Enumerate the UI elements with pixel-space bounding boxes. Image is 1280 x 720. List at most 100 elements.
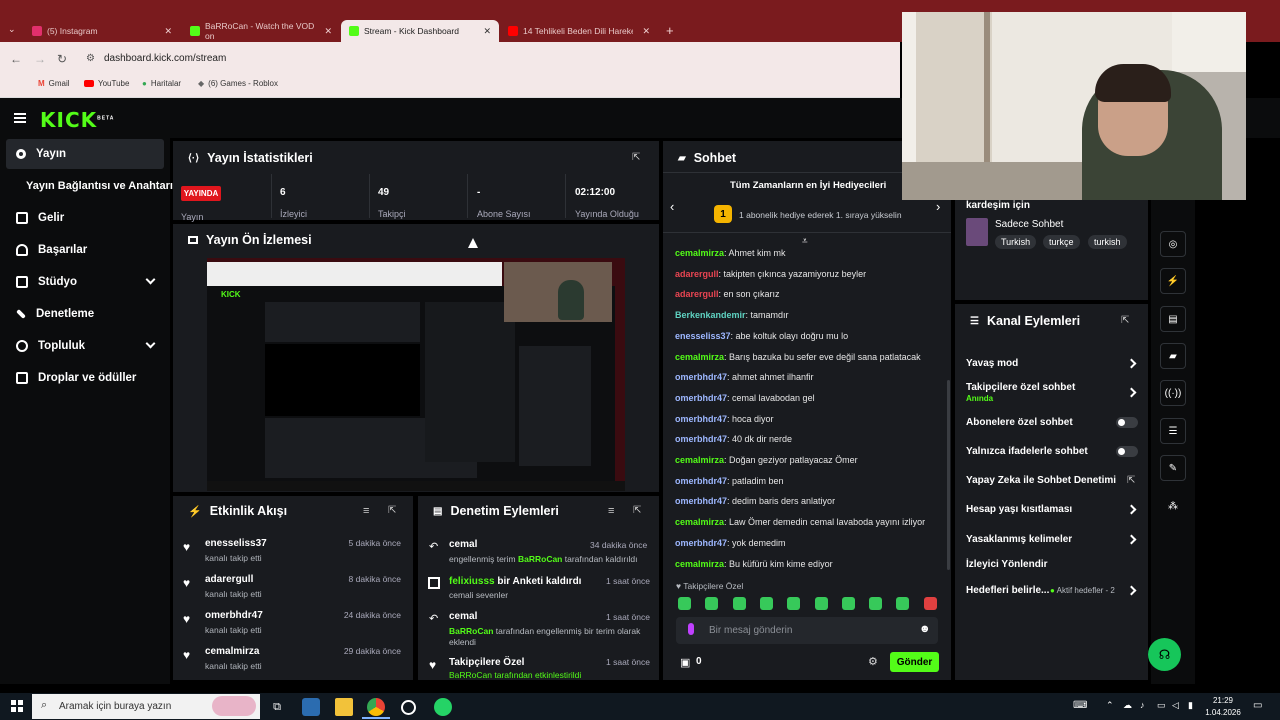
activity-event-user[interactable]: enesseliss37 [205, 538, 267, 549]
tab-youtube-video[interactable]: 14 Tehlikeli Beden Dili Hareketi ✕ [500, 20, 658, 42]
sidebar-item-gelir[interactable]: Gelir [6, 203, 164, 233]
chat-username[interactable]: cemalmirza [675, 517, 724, 527]
emote-icon[interactable] [678, 597, 691, 610]
obs-icon[interactable] [401, 700, 416, 715]
chevron-up-icon[interactable]: ⌃ [1106, 700, 1114, 711]
filter-icon[interactable]: ≡ [608, 505, 614, 517]
list-icon[interactable]: ☰ [1160, 418, 1186, 444]
reload-icon[interactable]: ↻ [57, 52, 67, 66]
sidebar-item-droplar[interactable]: Droplar ve ödüller [6, 363, 164, 393]
undo-icon[interactable]: ↶ [429, 612, 438, 625]
popout-icon[interactable]: ⇱ [388, 505, 396, 516]
chat-username[interactable]: adarergull [675, 269, 719, 279]
activity-event-user[interactable]: cemalmirza [205, 646, 259, 657]
chat-username[interactable]: omerbhdr47 [675, 538, 727, 548]
support-headset-icon[interactable]: ☊ [1148, 638, 1181, 671]
chat-username[interactable]: Berkenkandemir [675, 310, 746, 320]
chat-username[interactable]: cemalmirza [675, 248, 724, 258]
url-field[interactable]: dashboard.kick.com/stream [104, 53, 226, 64]
chat-username[interactable]: omerbhdr47 [675, 393, 727, 403]
bookmark-roblox[interactable]: ◆ (6) Games - Roblox [198, 79, 278, 88]
chat-username[interactable]: omerbhdr47 [675, 476, 727, 486]
close-icon[interactable]: ✕ [642, 26, 650, 37]
emote-icon[interactable] [841, 597, 855, 610]
lightning-icon[interactable]: ⚡ [1160, 268, 1186, 294]
action-account-age[interactable]: Hesap yaşı kısıtlaması [966, 504, 1072, 515]
filter-icon[interactable]: ≡ [363, 505, 369, 517]
sidebar-item-topluluk[interactable]: Topluluk [6, 331, 164, 361]
tag-chip[interactable]: turkish [1088, 235, 1127, 249]
close-icon[interactable]: ✕ [324, 26, 332, 37]
close-icon[interactable]: ✕ [483, 26, 491, 37]
sidebar-item-denetleme[interactable]: Denetleme [6, 299, 164, 329]
tab-list-icon[interactable]: ⌄ [8, 24, 16, 35]
camera-icon[interactable]: ◎ [1160, 231, 1186, 257]
undo-icon[interactable]: ↶ [429, 540, 438, 553]
external-link-icon[interactable]: ⇱ [1127, 475, 1135, 486]
action-banned-words[interactable]: Yasaklanmış kelimeler [966, 534, 1072, 545]
sidebar-item-basarilar[interactable]: Başarılar [6, 235, 164, 265]
emote-icon[interactable] [923, 597, 937, 610]
action-slow-mode[interactable]: Yavaş mod [966, 358, 1018, 369]
chat-username[interactable]: cemalmirza [675, 455, 724, 465]
chat-bubble-icon[interactable]: ▰ [1160, 343, 1186, 369]
bookmark-gmail[interactable]: M Gmail [38, 79, 70, 88]
tag-chip[interactable]: Turkish [995, 235, 1037, 249]
emote-icon[interactable] [759, 597, 773, 610]
tab-barrocan-vod[interactable]: BaRRoCan - Watch the VOD on ✕ [182, 20, 340, 42]
notifications-icon[interactable]: ▭ [1253, 700, 1262, 711]
send-button[interactable]: Gönder [890, 652, 939, 672]
chat-scrollbar[interactable] [947, 380, 950, 570]
volume-icon[interactable]: ◁ [1172, 700, 1179, 711]
chevron-left-icon[interactable]: ‹ [670, 199, 674, 214]
chat-username[interactable]: omerbhdr47 [675, 414, 727, 424]
sidebar-item-stream-key[interactable]: Yayın Bağlantısı ve Anahtarı [6, 171, 173, 201]
action-emotes-only[interactable]: Yalnızca ifadelerle sohbet [966, 446, 1088, 457]
forward-icon[interactable]: → [34, 52, 46, 66]
popout-icon[interactable]: ⇱ [632, 152, 640, 163]
new-tab-icon[interactable]: + [666, 23, 674, 38]
action-subs-only[interactable]: Abonelere özel sohbet [966, 417, 1073, 428]
emote-icon[interactable] [814, 597, 828, 610]
keyboard-icon[interactable]: ⌨ [1073, 700, 1087, 711]
clock-time[interactable]: 21:29 [1206, 696, 1240, 705]
task-view-icon[interactable]: ⧉ [268, 698, 286, 716]
site-info-icon[interactable]: ⚙ [86, 53, 95, 64]
bookmark-youtube[interactable]: YouTube [84, 79, 129, 88]
clock-date[interactable]: 1.04.2026 [1204, 708, 1242, 717]
chat-input[interactable]: Bir mesaj gönderin ☻ [676, 617, 938, 644]
activity-event-user[interactable]: adarergull [205, 574, 253, 585]
cloud-icon[interactable]: ☁ [1123, 700, 1132, 711]
microphone-icon[interactable] [688, 623, 694, 635]
chrome-icon[interactable] [367, 698, 385, 716]
activity-event-user[interactable]: omerbhdr47 [205, 610, 263, 621]
emote-icon[interactable] [896, 597, 910, 610]
chat-username[interactable]: omerbhdr47 [675, 372, 727, 382]
action-ai-moderation[interactable]: Yapay Zeka ile Sohbet Denetimi [966, 475, 1116, 486]
subs-only-toggle[interactable] [1116, 417, 1138, 428]
taskbar-search[interactable]: ⌕ Aramak için buraya yazın [32, 694, 260, 719]
emote-icon[interactable] [705, 597, 719, 610]
popout-icon[interactable]: ⇱ [633, 505, 641, 516]
sidebar-item-yayin[interactable]: Yayın [6, 139, 164, 169]
chat-username[interactable]: cemalmirza [675, 559, 724, 569]
emote-icon[interactable] [732, 597, 746, 610]
chat-settings-icon[interactable]: ⚙ [868, 655, 878, 668]
chat-username[interactable]: cemalmirza [675, 352, 724, 362]
wrench-icon[interactable]: ✎ [1160, 455, 1186, 481]
chat-username[interactable]: enesseliss37 [675, 331, 731, 341]
back-icon[interactable]: ← [10, 52, 22, 66]
action-followers-only[interactable]: Takipçilere özel sohbet [966, 382, 1075, 393]
emotes-only-toggle[interactable] [1116, 446, 1138, 457]
category-thumbnail[interactable] [966, 218, 988, 246]
close-icon[interactable]: ✕ [164, 26, 172, 37]
action-set-goals[interactable]: Hedefleri belirle... [966, 585, 1049, 596]
category-name[interactable]: Sadece Sohbet [995, 219, 1063, 230]
action-host[interactable]: İzleyici Yönlendir [966, 559, 1048, 570]
tab-instagram[interactable]: (5) Instagram ✕ [24, 20, 180, 42]
kick-logo[interactable]: KICKBETA [40, 108, 114, 132]
pause-scroll-icon[interactable]: ⩡ [802, 236, 808, 247]
tag-chip[interactable]: turkçe [1043, 235, 1080, 249]
chat-username[interactable]: adarergull [675, 289, 719, 299]
battery-icon[interactable]: ▮ [1188, 700, 1193, 711]
